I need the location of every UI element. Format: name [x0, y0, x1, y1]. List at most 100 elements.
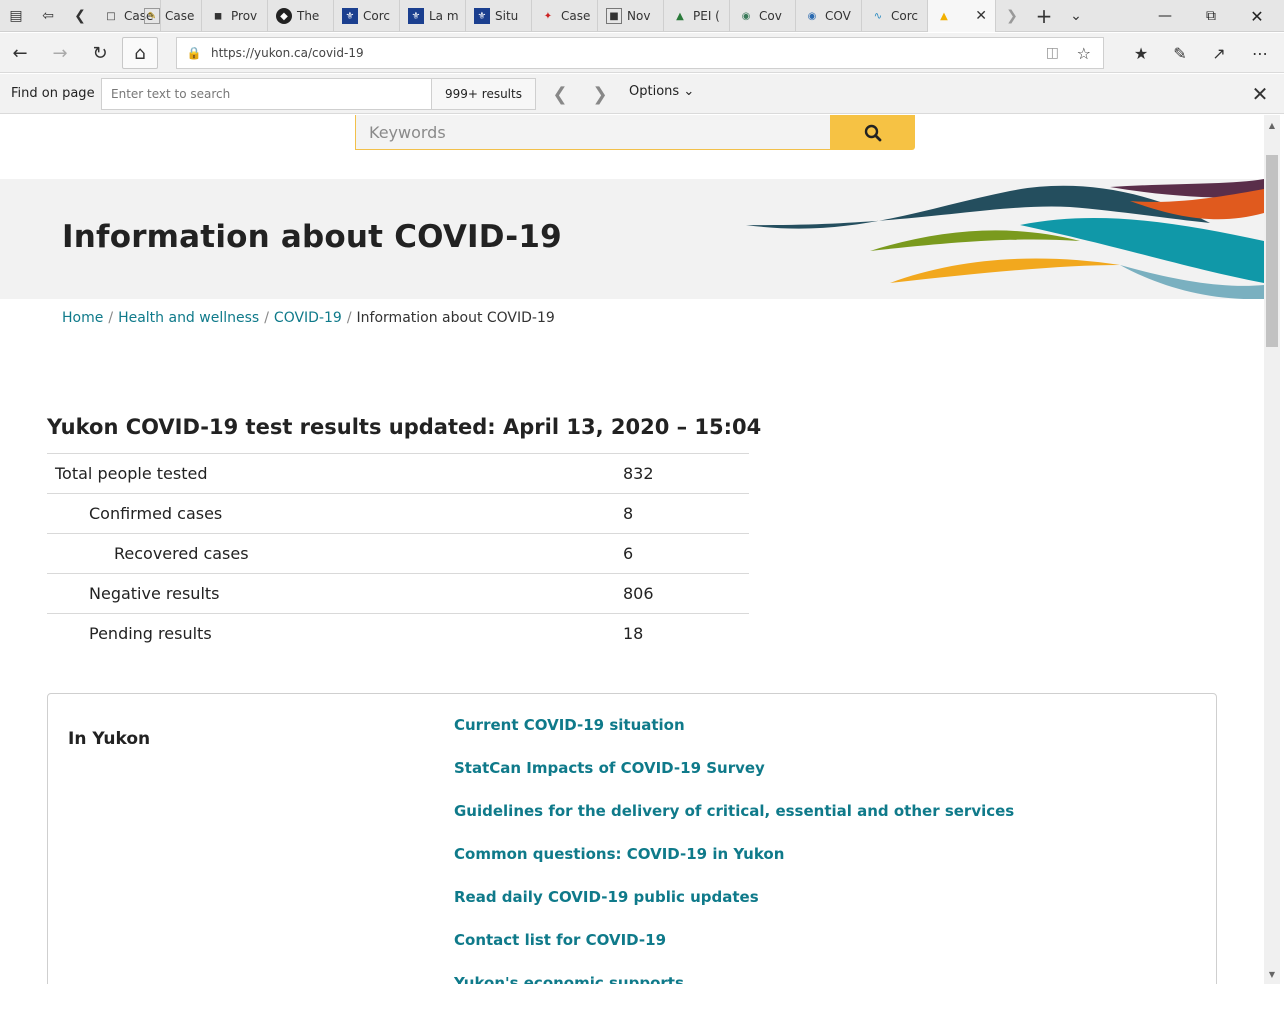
keywords-input[interactable]: [355, 115, 831, 150]
refresh-icon[interactable]: ↻: [82, 37, 118, 69]
search-button[interactable]: [830, 115, 915, 150]
search-icon: [864, 124, 881, 141]
browser-tab[interactable]: ⚜ Situ: [466, 0, 532, 32]
close-find-icon[interactable]: ✕: [1248, 82, 1272, 106]
tab-scroll-left-icon[interactable]: ❮: [64, 0, 96, 32]
close-tab-icon[interactable]: ✕: [975, 8, 987, 24]
browser-tab[interactable]: ✦ Case: [532, 0, 598, 32]
url-field[interactable]: 🔒 https://yukon.ca/covid-19 ◫ ☆: [176, 37, 1104, 69]
table-row: Confirmed cases 8: [47, 493, 749, 534]
active-browser-tab[interactable]: ▲ ✕: [928, 0, 996, 32]
breadcrumb: Home / Health and wellness / COVID-19/Inform…: [62, 310, 555, 326]
find-result-count: 999+ results: [432, 78, 536, 110]
find-input[interactable]: [101, 78, 432, 110]
fleur-de-lis-icon: ⚜: [408, 8, 424, 24]
breadcrumb-link-home[interactable]: Home: [62, 310, 103, 326]
page-scrollbar[interactable]: ▲ ▼: [1264, 115, 1280, 984]
row-label: Confirmed cases: [47, 493, 623, 534]
browser-tab[interactable]: ⚜ Corc: [334, 0, 400, 32]
browser-tab[interactable]: ✎ Case: [136, 0, 202, 32]
table-row: Recovered cases 6: [47, 533, 749, 574]
globe-icon: ◉: [741, 10, 751, 22]
tab-scroll-right-icon[interactable]: ❯: [996, 0, 1028, 32]
page-viewport: Information about COVID-19 Home/Health a…: [0, 115, 1264, 984]
browser-tab[interactable]: ■ Nov: [598, 0, 664, 32]
browser-tab[interactable]: ▲ PEI (: [664, 0, 730, 32]
panel-link-list: Current COVID-19 situation StatCan Impac…: [454, 716, 1014, 984]
browser-tab[interactable]: ◉ Cov: [730, 0, 796, 32]
link-statcan-survey[interactable]: StatCan Impacts of COVID-19 Survey: [454, 759, 1014, 802]
breadcrumb-separator: /: [108, 310, 114, 326]
document-icon: ✎: [144, 8, 160, 24]
site-search: [355, 115, 915, 150]
row-label: Pending results: [47, 613, 623, 654]
browser-tab[interactable]: ⚜ La m: [400, 0, 466, 32]
browser-tab[interactable]: ◆ The: [268, 0, 334, 32]
link-daily-updates[interactable]: Read daily COVID-19 public updates: [454, 888, 1014, 931]
feather-icon: ✦: [543, 10, 553, 22]
row-value: 806: [623, 573, 749, 614]
favorites-icon[interactable]: ★: [1122, 37, 1160, 69]
scroll-down-icon[interactable]: ▼: [1264, 966, 1280, 982]
pen-icon[interactable]: ✎: [1161, 37, 1199, 69]
shield-icon: ◆: [276, 8, 292, 24]
fleur-de-lis-icon: ⚜: [474, 8, 490, 24]
table-row: Negative results 806: [47, 573, 749, 614]
scrollbar-thumb[interactable]: [1266, 155, 1278, 347]
find-bar: Find on page 999+ results ❮ ❯ Options ⌄ …: [0, 74, 1284, 114]
bison-icon: ◼: [213, 10, 223, 22]
find-next-icon[interactable]: ❯: [587, 82, 613, 106]
find-previous-icon[interactable]: ❮: [547, 82, 573, 106]
tab-list-chevron-icon[interactable]: ⌄: [1060, 0, 1092, 32]
find-label: Find on page: [11, 86, 95, 101]
breadcrumb-current: Information about COVID-19: [356, 310, 555, 326]
url-text: https://yukon.ca/covid-19: [211, 46, 364, 60]
page-title: Information about COVID-19: [62, 219, 562, 255]
back-icon[interactable]: ←: [2, 37, 38, 69]
link-current-situation[interactable]: Current COVID-19 situation: [454, 716, 1014, 759]
new-tab-icon[interactable]: +: [1028, 0, 1060, 32]
browser-tab[interactable]: ∿ Corc: [862, 0, 928, 32]
set-aside-tabs-icon[interactable]: ⇦: [32, 0, 64, 32]
forward-icon[interactable]: →: [42, 37, 78, 69]
browser-tab[interactable]: ◼ Prov: [202, 0, 268, 32]
address-bar-row: ← → ↻ ⌂ 🔒 https://yukon.ca/covid-19 ◫ ☆ …: [0, 33, 1284, 73]
newspaper-icon: ■: [606, 8, 622, 24]
link-contact-list[interactable]: Contact list for COVID-19: [454, 931, 1014, 974]
breadcrumb-link-health[interactable]: Health and wellness: [118, 310, 259, 326]
browser-tab-bar: ▤ ⇦ ❮ □ Case ✎ Case ◼ Prov ◆ The ⚜ Corc ⚜ La m…: [0, 0, 1284, 32]
breadcrumb-separator: /: [346, 310, 352, 326]
island-icon: ▲: [676, 10, 684, 22]
minimize-icon[interactable]: —: [1142, 0, 1188, 32]
favorite-star-icon[interactable]: ☆: [1077, 44, 1091, 63]
link-economic-supports[interactable]: Yukon's economic supports: [454, 974, 1014, 984]
browser-tab[interactable]: ◉ COV: [796, 0, 862, 32]
row-label: Negative results: [47, 573, 623, 614]
find-options-button[interactable]: Options ⌄: [629, 84, 694, 99]
link-service-guidelines[interactable]: Guidelines for the delivery of critical,…: [454, 802, 1014, 845]
row-value: 832: [623, 453, 749, 494]
page-icon: □: [106, 10, 116, 22]
breadcrumb-separator: /: [264, 310, 269, 326]
close-window-icon[interactable]: ✕: [1234, 0, 1280, 32]
row-label: Total people tested: [47, 453, 623, 494]
yukon-swoosh-graphic: [746, 179, 1264, 299]
reading-view-icon[interactable]: ◫: [1046, 45, 1059, 61]
fleur-de-lis-icon: ⚜: [342, 8, 358, 24]
share-icon[interactable]: ↗: [1200, 37, 1238, 69]
more-icon[interactable]: ⋯: [1241, 37, 1279, 69]
restore-icon[interactable]: ⧉: [1188, 0, 1234, 32]
sunrise-icon: ▲: [940, 10, 948, 22]
row-label: Recovered cases: [47, 533, 623, 574]
breadcrumb-link-covid[interactable]: COVID-19: [274, 310, 342, 326]
home-icon[interactable]: ⌂: [122, 37, 158, 69]
tab-manager-icon[interactable]: ▤: [0, 0, 32, 32]
panel-heading: In Yukon: [68, 729, 151, 749]
chevron-down-icon: ⌄: [683, 84, 695, 99]
scroll-up-icon[interactable]: ▲: [1264, 117, 1280, 133]
link-common-questions[interactable]: Common questions: COVID-19 in Yukon: [454, 845, 1014, 888]
in-yukon-panel: In Yukon Current COVID-19 situation Stat…: [47, 693, 1217, 984]
test-results-heading: Yukon COVID-19 test results updated: Apr…: [47, 415, 762, 439]
table-row: Pending results 18: [47, 613, 749, 654]
lock-icon: 🔒: [186, 46, 202, 60]
